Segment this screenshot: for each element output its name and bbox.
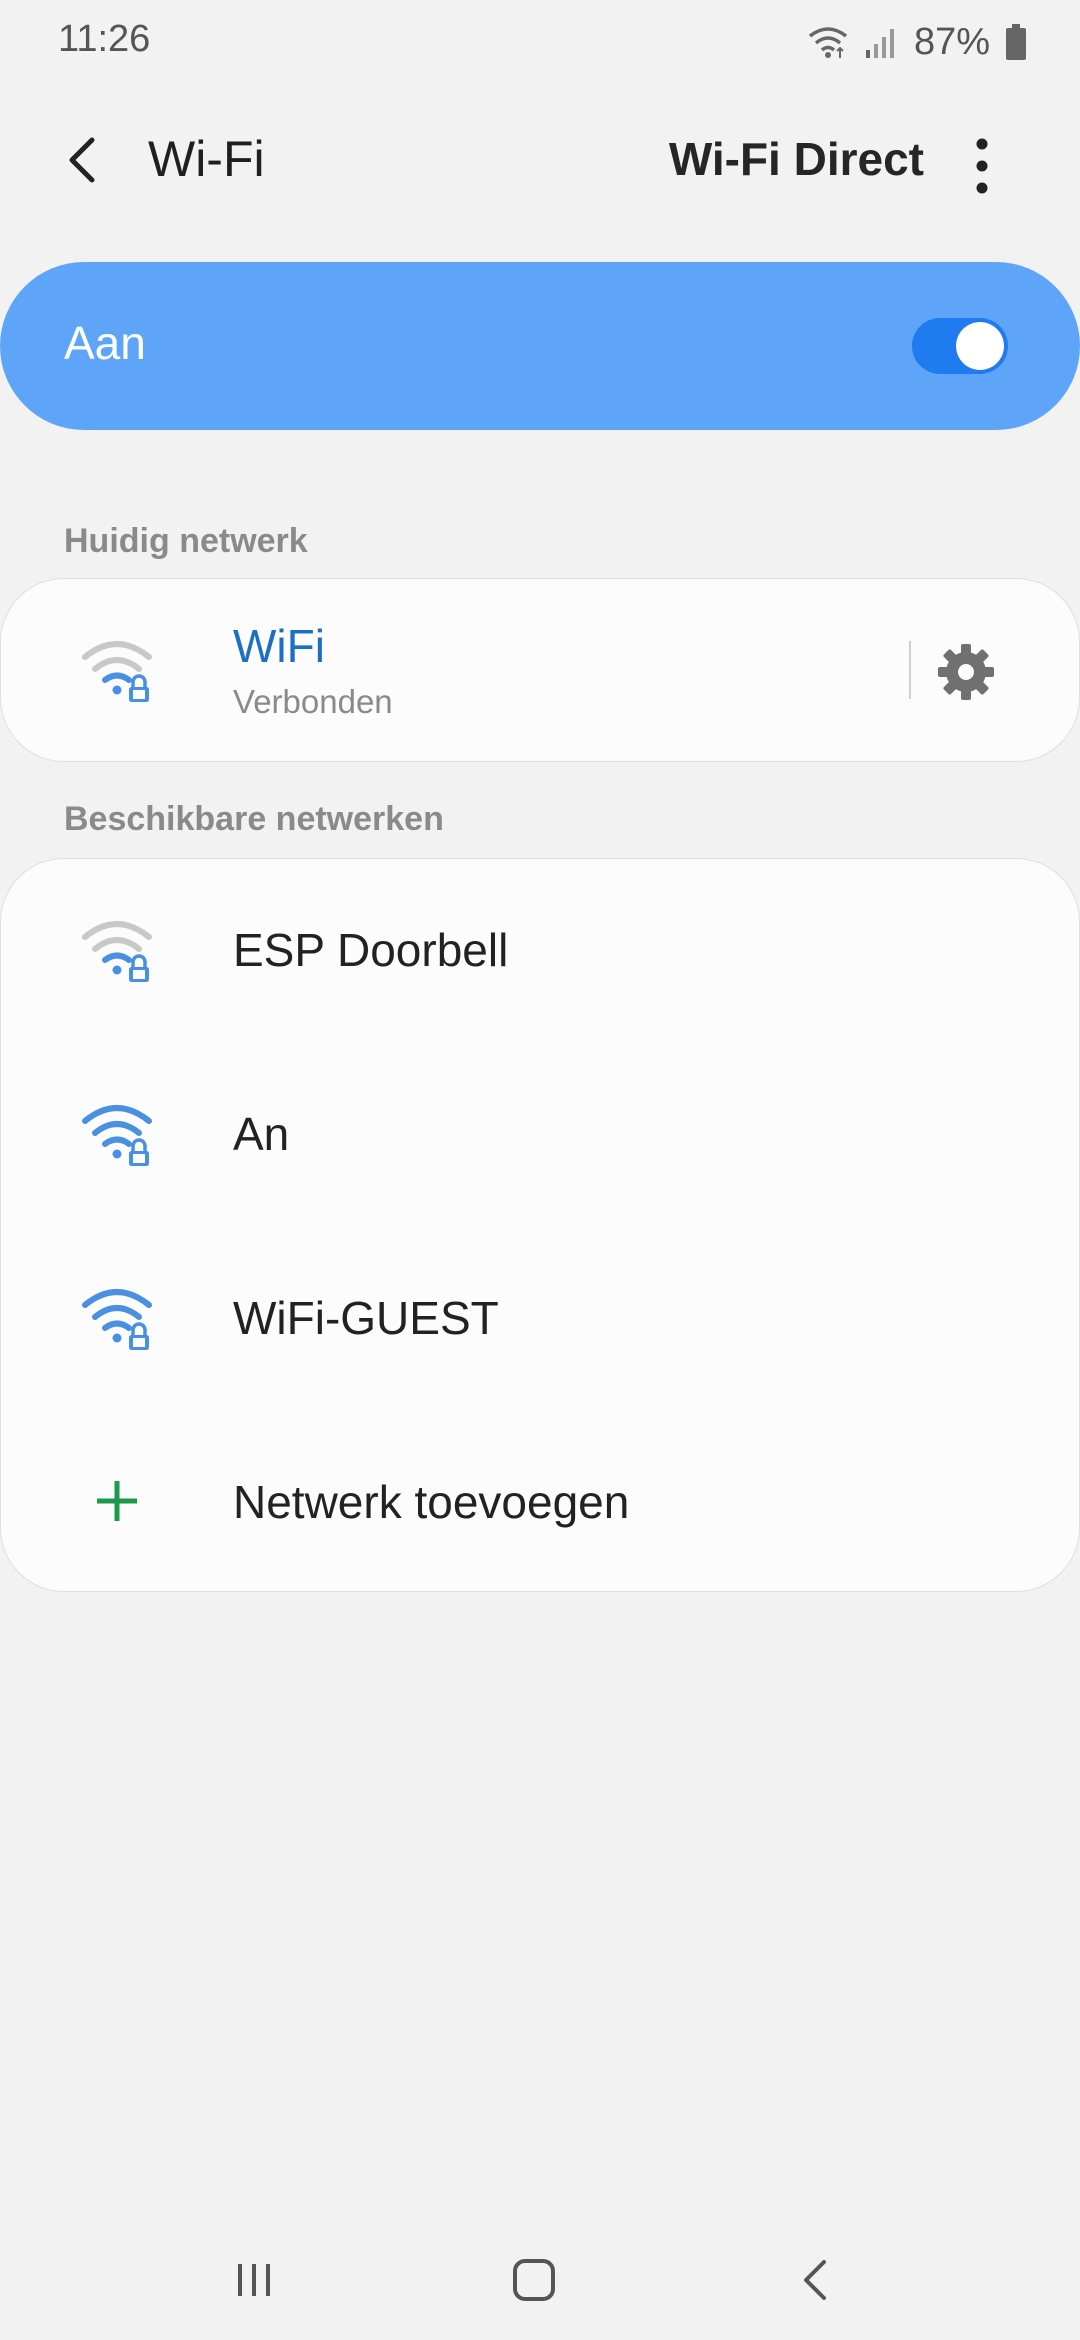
network-name: ESP Doorbell: [233, 924, 509, 976]
add-icon: [97, 1481, 137, 1521]
navigation-bar: [0, 2220, 1080, 2340]
wifi-lock-icon: [82, 1289, 152, 1350]
more-vert-icon: [976, 138, 988, 194]
network-name: WiFi-GUEST: [233, 1292, 499, 1344]
status-bar: 11:26 87%: [0, 0, 1080, 84]
back-arrow-icon: [69, 137, 95, 183]
wifi-toggle[interactable]: [912, 318, 1008, 374]
toggle-knob: [956, 322, 1004, 370]
network-row-wifi-guest[interactable]: WiFi-GUEST: [1, 1227, 1079, 1411]
signal-icon: [865, 29, 894, 58]
home-button[interactable]: [504, 2250, 564, 2310]
status-time: 11:26: [58, 18, 151, 60]
gear-icon: [938, 644, 994, 700]
network-row-an[interactable]: An: [1, 1043, 1079, 1227]
more-options-button[interactable]: [954, 130, 1010, 202]
wifi-direct-button[interactable]: Wi-Fi Direct: [669, 132, 924, 186]
recents-icon: [238, 2264, 270, 2296]
page-title: Wi-Fi: [148, 131, 265, 187]
add-network-label: Netwerk toevoegen: [233, 1476, 630, 1528]
network-name: An: [233, 1108, 290, 1160]
add-network-row[interactable]: Netwerk toevoegen: [1, 1411, 1079, 1595]
available-networks-label: Beschikbare netwerken: [64, 800, 444, 838]
network-settings-button[interactable]: [931, 637, 1001, 707]
current-network-status: Verbonden: [233, 683, 393, 720]
wifi-lock-icon: [82, 1105, 152, 1166]
current-network-row[interactable]: WiFi Verbonden: [1, 579, 1079, 761]
network-row-esp-doorbell[interactable]: ESP Doorbell: [1, 859, 1079, 1043]
wifi-lock-icon: [82, 641, 152, 702]
battery-icon: [1006, 24, 1026, 60]
current-network-card: WiFi Verbonden: [0, 578, 1080, 762]
back-icon: [804, 2260, 826, 2300]
back-button[interactable]: [52, 128, 116, 192]
wifi-data-icon: [808, 27, 848, 58]
home-icon: [513, 2259, 555, 2301]
status-icons: 87%: [806, 18, 1028, 66]
app-bar: Wi-Fi Wi-Fi Direct: [0, 100, 1080, 220]
master-switch-label: Aan: [64, 317, 146, 369]
wifi-lock-icon: [82, 921, 152, 982]
nav-back-button[interactable]: [786, 2250, 846, 2310]
wifi-master-switch[interactable]: Aan: [0, 262, 1080, 430]
recents-button[interactable]: [224, 2250, 284, 2310]
current-network-label: Huidig netwerk: [64, 522, 308, 560]
vertical-divider: [909, 641, 911, 699]
available-networks-card: ESP Doorbell An WiFi-GUEST Netwerk toevo…: [0, 858, 1080, 1592]
battery-percentage: 87%: [913, 20, 990, 63]
current-network-name: WiFi: [233, 620, 325, 672]
